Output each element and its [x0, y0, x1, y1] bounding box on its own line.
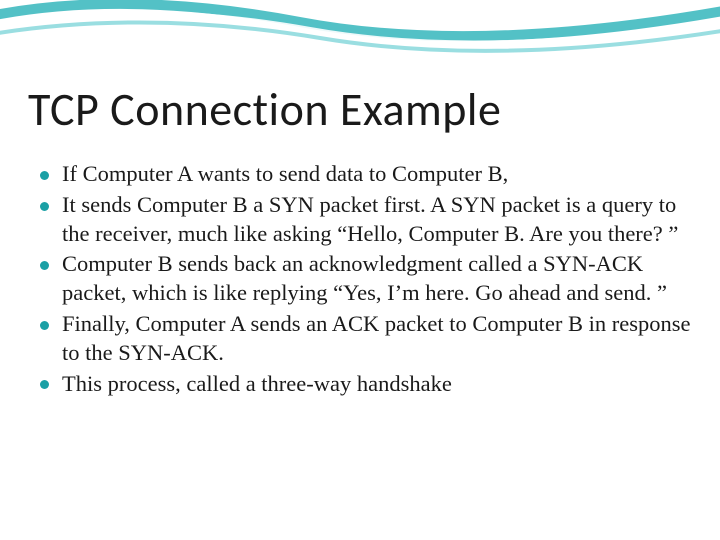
slide-content: TCP Connection Example If Computer A wan…	[28, 82, 692, 400]
decorative-swoosh	[0, 0, 720, 80]
slide-title: TCP Connection Example	[28, 82, 692, 138]
list-item: Finally, Computer A sends an ACK packet …	[36, 310, 692, 368]
list-item: If Computer A wants to send data to Comp…	[36, 160, 692, 189]
list-item: This process, called a three-way handsha…	[36, 370, 692, 399]
bullet-list: If Computer A wants to send data to Comp…	[28, 160, 692, 398]
list-item: Computer B sends back an acknowledgment …	[36, 250, 692, 308]
list-item: It sends Computer B a SYN packet first. …	[36, 191, 692, 249]
